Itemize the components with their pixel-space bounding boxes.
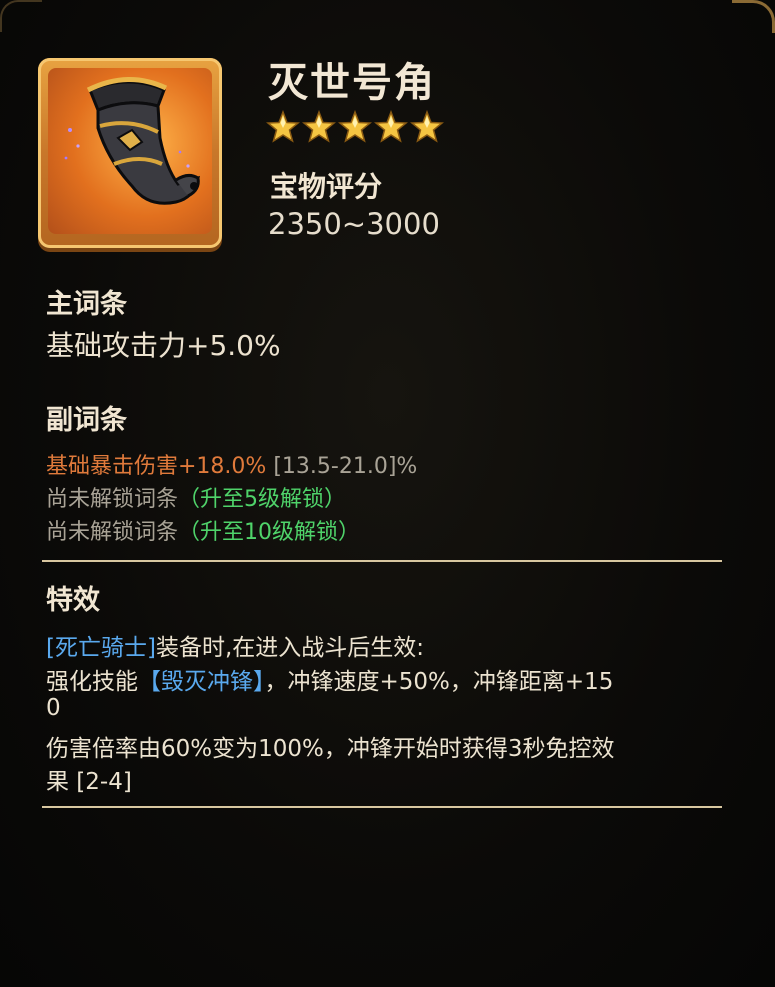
star-icon [302,110,336,143]
horn-icon [48,68,212,234]
section-divider [42,560,722,562]
section-divider [42,806,722,808]
score-label: 宝物评分 [270,170,383,203]
unlock-requirement: （升至5级解锁） [178,487,347,512]
item-icon-frame [38,58,222,248]
effect-title: 特效 [46,585,100,616]
item-name: 灭世号角 [268,60,436,106]
effect-condition: 装备时,在进入战斗后生效: [155,635,425,661]
hero-tag: [死亡骑士] [46,635,156,661]
star-icon [410,110,444,143]
score-value: 2350~3000 [268,207,440,241]
star-icon [338,110,372,143]
sub-affix-line-1: 基础暴击伤害+18.0% [13.5-21.0]% [46,448,417,480]
star-rating [266,110,444,144]
sub-affix-line-3: 尚未解锁词条（升至10级解锁） [46,514,360,546]
sub-affix-line-2: 尚未解锁词条（升至5级解锁） [46,481,346,513]
effect-line-2: 强化技能【毁灭冲锋】，冲锋速度+50%，冲锋距离+15 [46,662,613,696]
effect-line-3: 0 [46,695,61,721]
panel-corner-right [732,0,775,33]
sub-affix-title: 副词条 [46,405,127,436]
locked-affix-text: 尚未解锁词条 [46,487,179,512]
star-icon [374,110,408,143]
skill-name: 【毁灭冲锋】 [138,669,265,695]
panel-corner-left [0,0,42,32]
locked-affix-text: 尚未解锁词条 [46,520,179,545]
effect-line-5: 果 [2-4] [46,769,132,795]
star-icon [266,110,300,143]
unlock-requirement: （升至10级解锁） [178,520,361,545]
effect-detail: ，冲锋速度+50%，冲锋距离+15 [264,669,614,695]
main-affix-title: 主词条 [46,289,127,320]
effect-line-4: 伤害倍率由60%变为100%，冲锋开始时获得3秒免控效 [46,736,615,762]
effect-prefix: 强化技能 [46,669,138,695]
main-affix-stat: 基础攻击力+5.0% [46,329,281,362]
sub-affix-stat: 基础暴击伤害+18.0% [46,454,267,479]
effect-line-1: [死亡骑士]装备时,在进入战斗后生效: [46,628,424,662]
item-detail-panel: 灭世号角 宝物评分 2350~3000 主词条 基础攻击力+5.0% 副词条 基… [0,0,775,987]
sub-affix-range: [13.5-21.0]% [273,454,418,479]
